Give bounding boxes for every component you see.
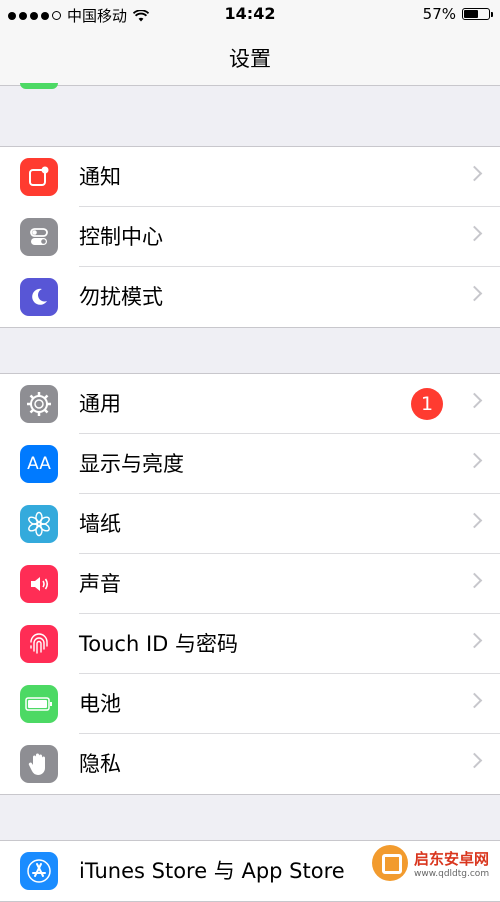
settings-row-privacy[interactable]: 隐私 — [0, 734, 500, 794]
chevron-right-icon — [466, 752, 483, 769]
chevron-right-icon — [466, 452, 483, 469]
settings-row-notifications[interactable]: 通知 — [0, 147, 500, 207]
watermark-title: 启东安卓网 — [414, 849, 490, 868]
settings-row-touch-id-passcode[interactable]: Touch ID 与密码 — [0, 614, 500, 674]
scrolled-row-edge — [20, 83, 58, 89]
page-title: 设置 — [229, 47, 271, 71]
hand-icon — [20, 745, 58, 783]
settings-row-display-brightness[interactable]: AA 显示与亮度 — [0, 434, 500, 494]
row-label: 控制中心 — [79, 225, 163, 249]
settings-row-wallpaper[interactable]: 墙纸 — [0, 494, 500, 554]
signal-strength-icon — [8, 11, 61, 20]
chevron-right-icon — [466, 692, 483, 709]
notification-badge: 1 — [411, 388, 443, 420]
chevron-right-icon — [466, 632, 483, 649]
settings-row-do-not-disturb[interactable]: 勿扰模式 — [0, 267, 500, 327]
chevron-right-icon — [466, 512, 483, 529]
row-label: 显示与亮度 — [79, 452, 184, 476]
notifications-icon — [20, 158, 58, 196]
gear-icon — [20, 385, 58, 423]
row-label: 勿扰模式 — [79, 285, 163, 309]
row-label: 墙纸 — [79, 512, 121, 536]
row-label: 电池 — [79, 692, 121, 716]
navigation-bar: 设置 — [0, 28, 500, 89]
display-icon-text: AA — [27, 454, 51, 474]
carrier-name: 中国移动 — [67, 7, 128, 25]
battery-icon — [20, 685, 58, 723]
settings-row-control-center[interactable]: 控制中心 — [0, 207, 500, 267]
settings-row-sounds[interactable]: 声音 — [0, 554, 500, 614]
row-label: Touch ID 与密码 — [79, 632, 238, 656]
row-label: 隐私 — [79, 752, 121, 776]
chevron-right-icon — [466, 285, 483, 302]
watermark-url: www.qdldtg.com — [414, 868, 490, 879]
site-watermark: 启东安卓网 www.qdldtg.com — [368, 841, 494, 885]
status-bar: 中国移动 14:42 57% — [0, 0, 500, 28]
app-store-icon — [20, 852, 58, 890]
battery-percent: 57% — [422, 5, 456, 23]
settings-row-general[interactable]: 通用 1 — [0, 374, 500, 434]
control-center-icon — [20, 218, 58, 256]
watermark-logo-icon — [372, 845, 408, 881]
row-label: 声音 — [79, 572, 121, 596]
chevron-right-icon — [466, 165, 483, 182]
battery-status-icon — [462, 8, 493, 20]
wifi-icon — [133, 9, 150, 21]
chevron-right-icon — [466, 392, 483, 409]
chevron-right-icon — [466, 572, 483, 589]
row-label: 通用 — [79, 392, 121, 416]
settings-group-1: 通知 控制中心 勿扰模式 — [0, 146, 500, 328]
speaker-icon — [20, 565, 58, 603]
settings-row-battery[interactable]: 电池 — [0, 674, 500, 734]
fingerprint-icon — [20, 625, 58, 663]
moon-icon — [20, 278, 58, 316]
settings-group-2: 通用 1 AA 显示与亮度 墙纸 声音 Touch ID 与密码 电池 隐私 — [0, 373, 500, 795]
row-label: iTunes Store 与 App Store — [79, 859, 345, 883]
flower-icon — [20, 505, 58, 543]
display-icon: AA — [20, 445, 58, 483]
chevron-right-icon — [466, 225, 483, 242]
row-label: 通知 — [79, 165, 121, 189]
